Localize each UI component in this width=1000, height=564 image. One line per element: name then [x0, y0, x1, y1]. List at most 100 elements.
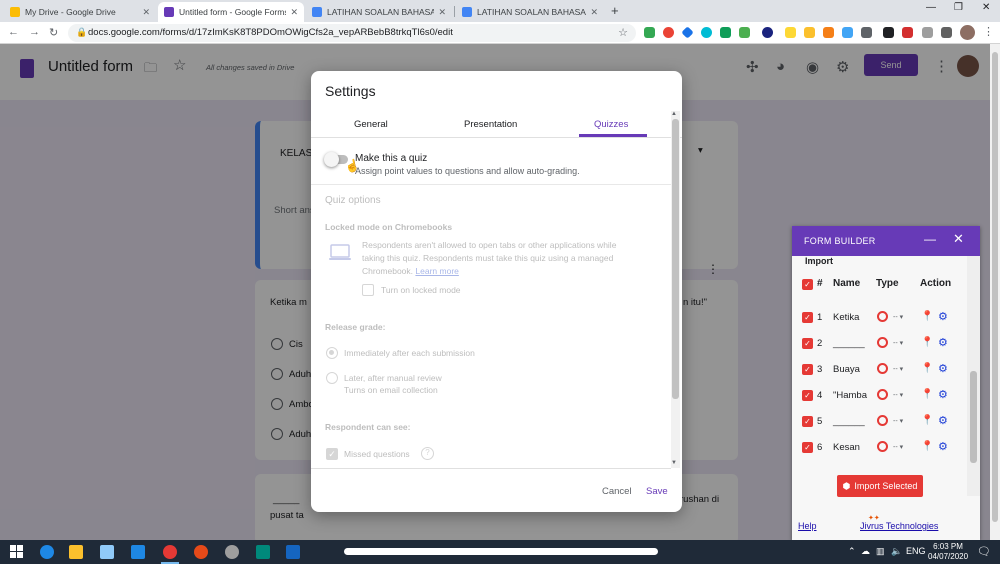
tab-latihan-1[interactable]: LATIHAN SOALAN BAHASA MEL ✕: [306, 2, 452, 22]
app-icon[interactable]: [256, 545, 270, 559]
location-pin-icon[interactable]: 📍: [921, 311, 933, 322]
dialog-scrollbar[interactable]: [671, 111, 680, 468]
back-icon[interactable]: ←: [8, 26, 19, 38]
type-radio-icon[interactable]: [877, 311, 888, 322]
row-checkbox[interactable]: ✓: [802, 338, 813, 349]
close-icon[interactable]: ✕: [953, 231, 964, 247]
extension-icon[interactable]: [663, 27, 674, 38]
locked-mode-checkbox[interactable]: [362, 284, 374, 296]
page-scrollbar-thumb[interactable]: [992, 52, 998, 522]
location-pin-icon[interactable]: 📍: [921, 441, 933, 452]
page-scrollbar[interactable]: [990, 44, 1000, 540]
location-pin-icon[interactable]: 📍: [921, 389, 933, 400]
type-dropdown[interactable]: -- ▾: [893, 417, 903, 425]
window-close-icon[interactable]: ✕: [982, 2, 990, 13]
release-later-radio[interactable]: [326, 372, 338, 384]
extension-icon[interactable]: [644, 27, 655, 38]
type-radio-icon[interactable]: [877, 415, 888, 426]
save-button[interactable]: Save: [646, 486, 668, 497]
type-radio-icon[interactable]: [877, 337, 888, 348]
word-icon[interactable]: [286, 545, 300, 559]
type-dropdown[interactable]: -- ▾: [893, 313, 903, 321]
import-selected-button[interactable]: ⬢ Import Selected: [837, 475, 923, 497]
type-dropdown[interactable]: -- ▾: [893, 339, 903, 347]
row-checkbox[interactable]: ✓: [802, 390, 813, 401]
gear-icon[interactable]: ⚙: [938, 388, 948, 401]
close-icon[interactable]: ✕: [142, 7, 150, 18]
extension-icon[interactable]: [902, 27, 913, 38]
type-dropdown[interactable]: -- ▾: [893, 391, 903, 399]
type-radio-icon[interactable]: [877, 441, 888, 452]
make-quiz-toggle-knob[interactable]: [324, 152, 339, 167]
edge-icon[interactable]: [40, 545, 54, 559]
location-pin-icon[interactable]: 📍: [921, 337, 933, 348]
row-checkbox[interactable]: ✓: [802, 312, 813, 323]
form-builder-scrollbar[interactable]: [967, 256, 980, 496]
gear-icon[interactable]: ⚙: [938, 362, 948, 375]
extension-icon[interactable]: [762, 27, 773, 38]
notification-icon[interactable]: 🗨: [977, 545, 991, 558]
location-pin-icon[interactable]: 📍: [921, 415, 933, 426]
extension-icon[interactable]: [739, 27, 750, 38]
address-bar[interactable]: 🔒 docs.google.com/forms/d/17zImKsK8T8PDO…: [68, 24, 636, 42]
restore-icon[interactable]: ❐: [954, 2, 963, 13]
learn-more-link[interactable]: Learn more: [415, 266, 458, 276]
system-clock[interactable]: 6:03 PM 04/07/2020: [928, 542, 968, 562]
gear-icon[interactable]: ⚙: [938, 414, 948, 427]
extension-icon[interactable]: [701, 27, 712, 38]
bookmark-star-icon[interactable]: ☆: [618, 26, 628, 39]
missed-questions-checkbox[interactable]: ✓: [326, 448, 338, 460]
extension-icon[interactable]: [842, 27, 853, 38]
gear-icon[interactable]: ⚙: [938, 440, 948, 453]
minimize-icon[interactable]: —: [924, 232, 936, 246]
extension-icon[interactable]: [720, 27, 731, 38]
mail-icon[interactable]: [131, 545, 145, 559]
help-circle-icon[interactable]: ?: [421, 447, 434, 460]
type-radio-icon[interactable]: [877, 363, 888, 374]
tab-latihan-2[interactable]: LATIHAN SOALAN BAHASA MEL ✕: [456, 2, 604, 22]
forward-icon[interactable]: →: [29, 26, 40, 38]
app-icon[interactable]: [225, 545, 239, 559]
help-link[interactable]: Help: [798, 521, 817, 531]
select-all-checkbox[interactable]: ✓: [802, 279, 813, 290]
close-icon[interactable]: ✕: [590, 7, 598, 18]
form-builder-scrollbar-thumb[interactable]: [970, 371, 977, 463]
scroll-up-arrow-icon[interactable]: ▲: [671, 111, 677, 117]
tab-presentation[interactable]: Presentation: [464, 119, 517, 130]
powerpoint-icon[interactable]: [194, 545, 208, 559]
type-dropdown[interactable]: -- ▾: [893, 443, 903, 451]
close-icon[interactable]: ✕: [290, 7, 298, 18]
file-explorer-icon[interactable]: [69, 545, 83, 559]
browser-menu-icon[interactable]: ⋮: [983, 25, 994, 38]
extension-icon[interactable]: [823, 27, 834, 38]
network-icon[interactable]: ▥: [876, 546, 885, 557]
tab-untitled-form[interactable]: Untitled form - Google Forms ✕: [158, 2, 304, 22]
weather-cloud-icon[interactable]: ☁: [861, 546, 870, 557]
type-radio-icon[interactable]: [877, 389, 888, 400]
chevron-up-icon[interactable]: ⌃: [848, 546, 856, 557]
chrome-icon[interactable]: [163, 545, 177, 559]
location-pin-icon[interactable]: 📍: [921, 363, 933, 374]
new-tab-button[interactable]: +: [611, 3, 619, 18]
extensions-puzzle-icon[interactable]: [941, 27, 952, 38]
gear-icon[interactable]: ⚙: [938, 336, 948, 349]
row-checkbox[interactable]: ✓: [802, 416, 813, 427]
minimize-icon[interactable]: —: [926, 2, 936, 13]
gear-icon[interactable]: ⚙: [938, 310, 948, 323]
extension-icon[interactable]: [922, 27, 933, 38]
scroll-down-arrow-icon[interactable]: ▼: [671, 460, 677, 466]
jivrus-link[interactable]: Jivrus Technologies: [860, 521, 938, 531]
release-immediately-radio[interactable]: [326, 347, 338, 359]
profile-avatar[interactable]: [960, 25, 975, 40]
type-dropdown[interactable]: -- ▾: [893, 365, 903, 373]
row-checkbox[interactable]: ✓: [802, 442, 813, 453]
volume-icon[interactable]: 🔈: [891, 546, 902, 557]
row-checkbox[interactable]: ✓: [802, 364, 813, 375]
reload-icon[interactable]: ↻: [49, 26, 58, 39]
extension-icon[interactable]: [883, 27, 894, 38]
cancel-button[interactable]: Cancel: [602, 486, 632, 497]
tab-quizzes[interactable]: Quizzes: [594, 119, 628, 130]
tab-my-drive[interactable]: My Drive - Google Drive ✕: [4, 2, 156, 22]
extension-icon[interactable]: [681, 26, 694, 39]
language-indicator[interactable]: ENG: [906, 546, 926, 556]
